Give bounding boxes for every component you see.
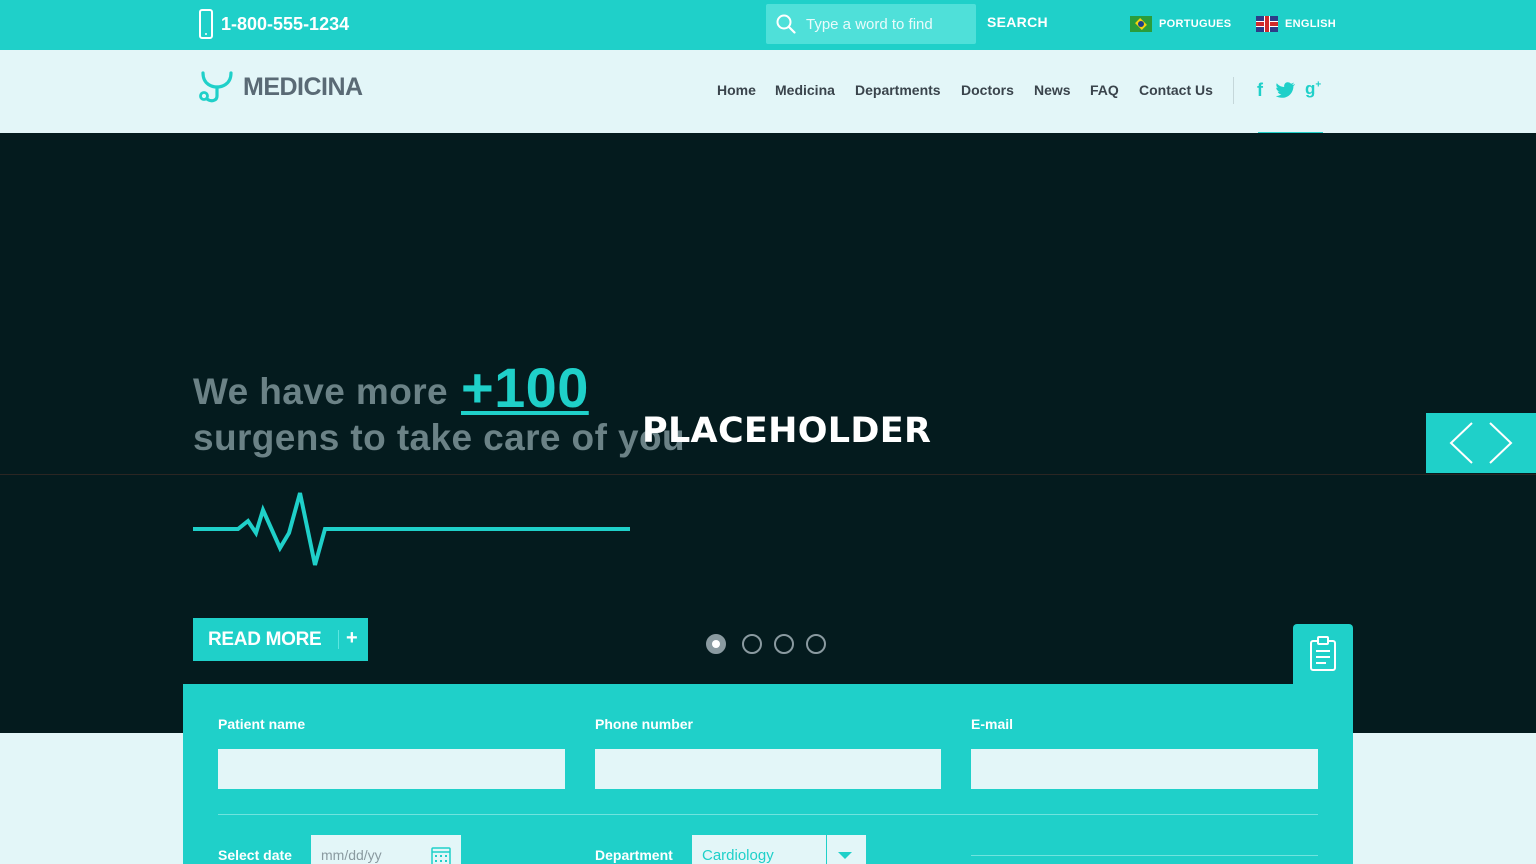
nav-item-faq[interactable]: FAQ [1090,82,1119,98]
appointment-form: Patient name Phone number E-mail Select … [183,684,1353,864]
top-bar: 1-800-555-1234 SEARCH PORTUGUES ENGLISH [0,0,1536,50]
form-divider [218,814,1318,815]
main-navigation: MEDICINA Home Medicina Departments Docto… [0,50,1536,133]
patient-name-input[interactable] [218,749,565,789]
chevron-down-icon [838,852,852,859]
search-box [766,4,976,44]
nav-item-doctors[interactable]: Doctors [961,82,1014,98]
email-label: E-mail [971,716,1014,732]
nav-item-contact-us[interactable]: Contact Us [1139,82,1213,98]
headline-number: +100 [461,356,589,419]
slider-dot-4[interactable] [806,634,826,654]
stethoscope-icon [199,71,233,103]
facebook-icon[interactable]: f [1257,80,1263,101]
department-value: Cardiology [702,847,774,864]
read-more-button[interactable]: READ MORE + [193,618,368,661]
arrow-right-icon[interactable] [1488,421,1514,465]
mobile-phone-icon [199,9,213,39]
patient-name-label: Patient name [218,716,306,732]
email-input[interactable] [971,749,1318,789]
date-input[interactable] [311,835,426,864]
department-separator [826,835,827,864]
headline-line-2: surgens to take care of you [193,417,685,458]
search-button[interactable]: SEARCH [987,14,1048,30]
form-underline [971,855,1318,856]
hero-horizontal-line [0,474,1536,475]
language-english[interactable]: ENGLISH [1256,16,1336,32]
image-placeholder-text: PLACEHOLDER [642,411,932,451]
slider-dot-2[interactable] [742,634,762,654]
phone-contact: 1-800-555-1234 [199,9,349,39]
nav-item-medicina[interactable]: Medicina [775,82,835,98]
uk-flag-icon [1256,16,1278,32]
department-label: Department [595,847,673,863]
google-plus-icon[interactable]: g+ [1305,79,1321,99]
arrow-left-icon[interactable] [1448,421,1474,465]
form-tab[interactable] [1293,624,1353,684]
calendar-icon[interactable] [431,846,451,864]
nav-item-departments[interactable]: Departments [855,82,941,98]
phone-number: 1-800-555-1234 [221,13,350,34]
nav-divider [1233,77,1234,104]
logo-text: MEDICINA [243,72,363,101]
heartbeat-line-icon [193,492,630,566]
plus-icon: + [346,627,358,649]
department-select[interactable]: Cardiology [692,835,866,864]
twitter-icon[interactable] [1276,82,1296,98]
search-icon [776,14,796,34]
nav-item-home[interactable]: Home [717,82,756,98]
slider-dot-1[interactable] [706,634,726,654]
read-more-label: READ MORE [208,628,322,650]
slider-dot-3[interactable] [774,634,794,654]
phone-number-label: Phone number [595,716,694,732]
nav-item-news[interactable]: News [1034,82,1071,98]
select-date-label: Select date [218,847,292,863]
logo[interactable]: MEDICINA [197,69,363,105]
language-label: PORTUGUES [1159,18,1232,30]
clipboard-icon [1310,636,1336,671]
language-portuguese[interactable]: PORTUGUES [1130,16,1231,32]
language-label: ENGLISH [1285,18,1336,30]
slider-arrows [1426,413,1536,473]
brazil-flag-icon [1130,16,1152,32]
read-more-separator [338,630,339,649]
date-picker [311,835,461,864]
search-input[interactable] [806,15,966,33]
phone-number-input[interactable] [595,749,941,789]
headline-line-1: We have more [193,371,449,412]
